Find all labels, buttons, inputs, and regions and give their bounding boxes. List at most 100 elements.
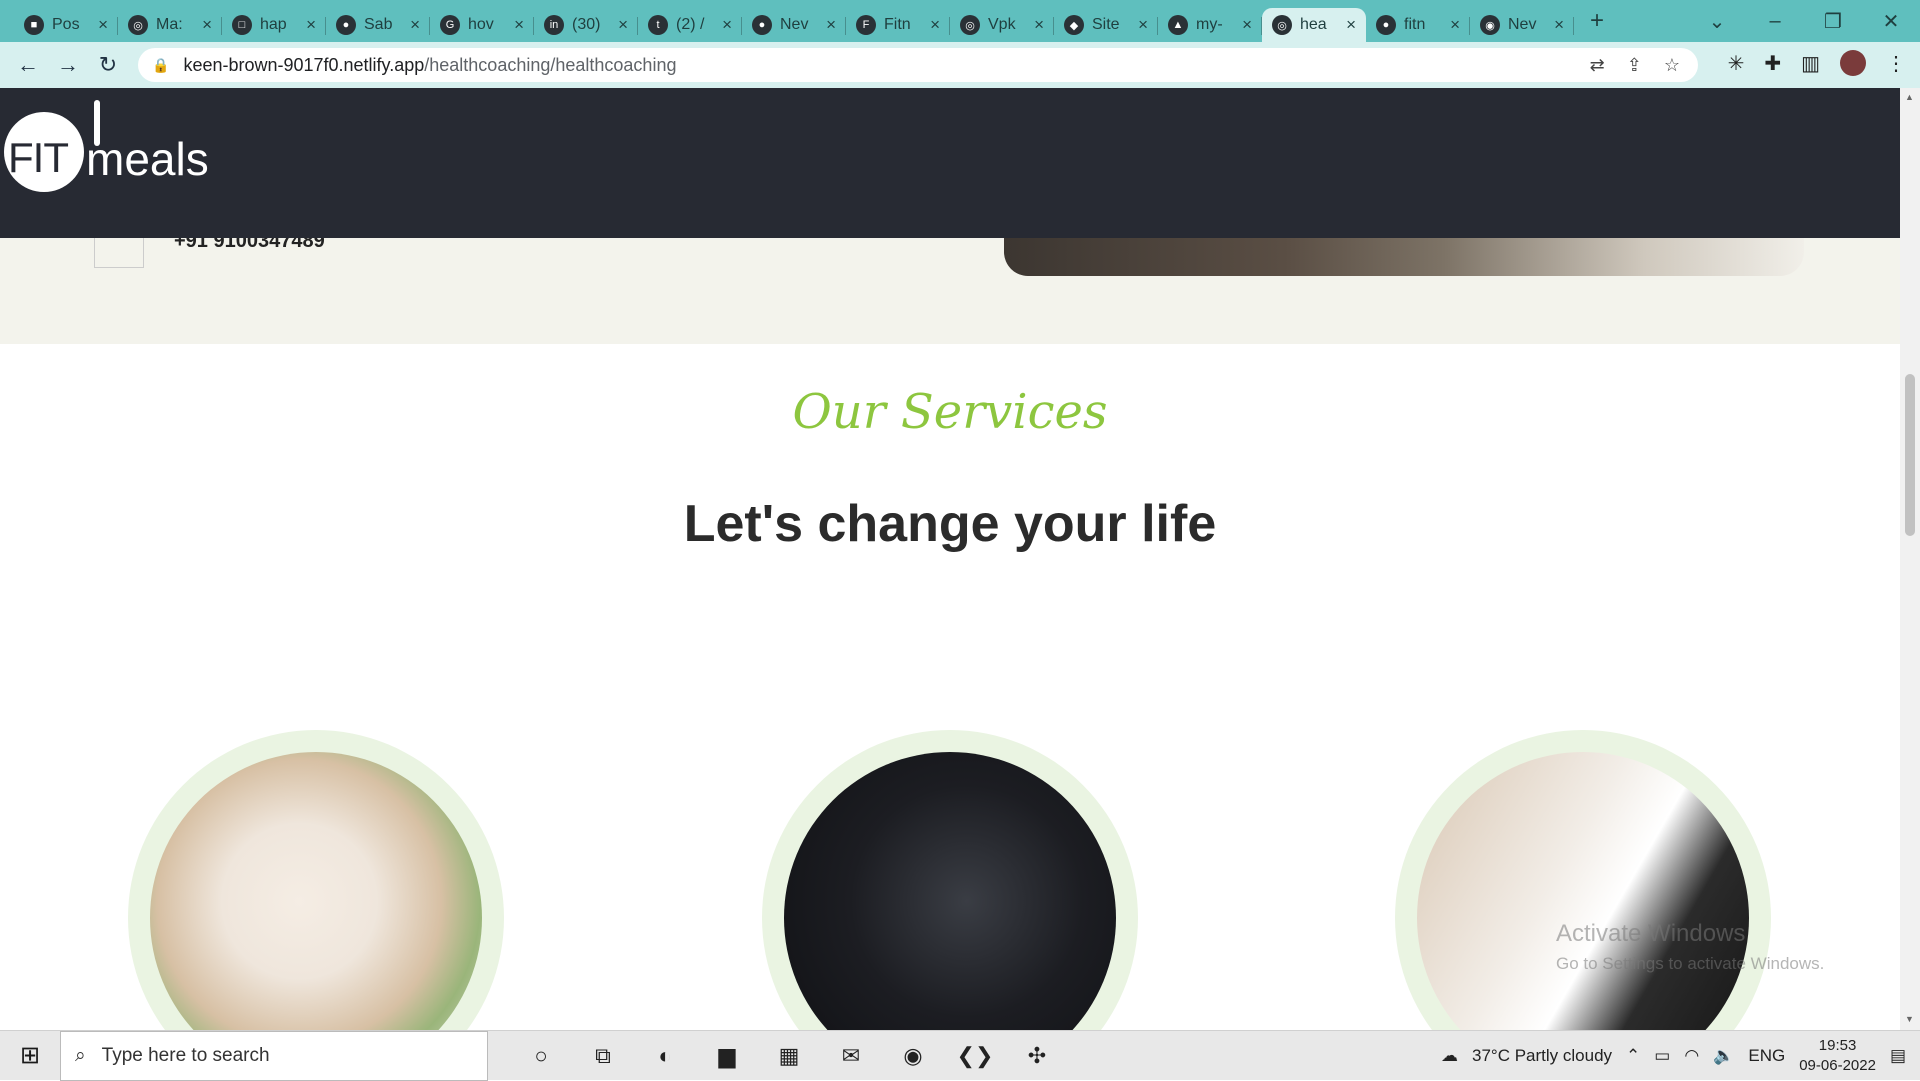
extension-icon[interactable]: ✳ (1728, 51, 1745, 76)
back-icon[interactable]: ← (8, 52, 48, 78)
tab-12[interactable]: ▲ my- × (1158, 8, 1262, 42)
weather-text[interactable]: 37°C Partly cloudy (1472, 1046, 1612, 1066)
system-tray: ☁ 37°C Partly cloudy ⌃ ▭ ◠ 🔈 ENG 19:53 0… (1441, 1031, 1920, 1081)
battery-icon[interactable]: ▭ (1654, 1046, 1670, 1066)
share-icon[interactable]: ⇪ (1627, 55, 1642, 76)
scrollbar-thumb[interactable] (1905, 374, 1915, 536)
clock-time: 19:53 (1818, 1037, 1857, 1054)
close-icon[interactable]: × (1450, 15, 1460, 35)
volume-icon[interactable]: 🔈 (1713, 1046, 1734, 1066)
twitter-icon: t (648, 15, 668, 35)
service-card-fitness[interactable] (762, 730, 1138, 1030)
tab-10[interactable]: ◎ Vpk × (950, 8, 1054, 42)
restore-icon[interactable]: ❐ (1804, 9, 1862, 34)
scroll-down-icon[interactable]: ▼ (1905, 1014, 1914, 1024)
tab-8[interactable]: ● Nev × (742, 8, 846, 42)
notification-icon[interactable]: ▤ (1890, 1046, 1906, 1066)
bookmark-star-icon[interactable]: ☆ (1664, 55, 1680, 76)
page-viewport: +91 9100347489 FIT meals Our Services Le… (0, 88, 1900, 1030)
close-icon[interactable]: × (1034, 15, 1044, 35)
scroll-up-icon[interactable]: ▲ (1905, 92, 1914, 102)
chevron-up-icon[interactable]: ⌃ (1626, 1046, 1640, 1066)
globe-icon: ◎ (1272, 15, 1292, 35)
tab-3[interactable]: □ hap × (222, 8, 326, 42)
close-icon[interactable]: × (202, 15, 212, 35)
puzzle-icon[interactable]: ✚ (1764, 51, 1781, 76)
page-scrollbar[interactable]: ▲ ▼ (1900, 88, 1920, 1030)
close-icon[interactable]: × (306, 15, 316, 35)
taskbar-search[interactable]: ⌕ Type here to search (60, 1030, 488, 1081)
profile-avatar[interactable] (1840, 50, 1866, 76)
github-icon: ● (1376, 15, 1396, 35)
tab-11[interactable]: ◆ Site × (1054, 8, 1158, 42)
section-subtitle: Our Services (792, 384, 1108, 440)
close-icon[interactable]: × (514, 15, 524, 35)
close-icon[interactable]: × (618, 15, 628, 35)
tab-14[interactable]: ● fitn × (1366, 8, 1470, 42)
store-icon[interactable]: ▦ (758, 1043, 820, 1069)
url-path: /healthcoaching/healthcoaching (424, 54, 677, 75)
close-icon[interactable]: × (1138, 15, 1148, 35)
tab-1[interactable]: ■ Pos × (14, 8, 118, 42)
close-icon[interactable]: × (930, 15, 940, 35)
watermark-subtitle: Go to Settings to activate Windows. (1556, 954, 1825, 973)
edge-icon[interactable]: ◐ (634, 1043, 696, 1069)
clock-date: 09-06-2022 (1799, 1057, 1876, 1074)
windows-start-icon[interactable]: ⊞ (0, 1041, 60, 1070)
tab-5[interactable]: Ghov × (430, 8, 534, 42)
slack-icon[interactable]: ✣ (1006, 1043, 1068, 1069)
file-explorer-icon[interactable]: ▆ (696, 1043, 758, 1069)
tab-search-icon[interactable]: ⌄ (1688, 9, 1746, 34)
vscode-icon[interactable]: ❮❯ (944, 1043, 1006, 1069)
task-view-icon[interactable]: ⧉ (572, 1043, 634, 1069)
sidepanel-icon[interactable]: ▥ (1801, 51, 1820, 76)
translate-icon[interactable]: ⇄ (1590, 55, 1605, 76)
minimize-icon[interactable]: – (1746, 10, 1804, 33)
new-tab-icon[interactable]: + (1590, 7, 1604, 35)
food-bowls-photo (150, 752, 482, 1030)
tab-2[interactable]: ◎ Ma: × (118, 8, 222, 42)
doctor-consultation-photo (1417, 752, 1749, 1030)
reload-icon[interactable]: ↻ (88, 52, 128, 78)
mail-icon[interactable]: ✉ (820, 1043, 882, 1069)
windows-taskbar: ⊞ ⌕ Type here to search ○ ⧉ ◐ ▆ ▦ ✉ ◉ ❮❯… (0, 1030, 1920, 1081)
activate-windows-watermark: Activate Windows Go to Settings to activ… (1556, 920, 1824, 974)
tab-13-active[interactable]: ◎ hea × (1262, 8, 1366, 42)
service-card-coaching[interactable] (1395, 730, 1771, 1030)
menu-icon[interactable]: ⋮ (1886, 51, 1906, 76)
fitmeals-logo[interactable]: FIT meals (4, 100, 214, 200)
forward-icon[interactable]: → (48, 52, 88, 78)
close-icon[interactable]: × (1346, 15, 1356, 35)
cortana-icon[interactable]: ○ (510, 1043, 572, 1069)
service-card-nutrition[interactable] (128, 730, 504, 1030)
tab-6[interactable]: in (30) × (534, 8, 638, 42)
clock[interactable]: 19:53 09-06-2022 (1799, 1036, 1876, 1076)
close-icon[interactable]: × (98, 15, 108, 35)
google-icon: G (440, 15, 460, 35)
search-placeholder: Type here to search (101, 1044, 270, 1066)
fit-icon: F (856, 15, 876, 35)
close-window-icon[interactable]: ✕ (1862, 9, 1920, 34)
netlify-icon: ◆ (1064, 15, 1084, 35)
close-icon[interactable]: × (410, 15, 420, 35)
globe-icon: ◎ (128, 15, 148, 35)
wifi-icon[interactable]: ◠ (1684, 1046, 1699, 1066)
tab-4[interactable]: ● Sab × (326, 8, 430, 42)
watermark-title: Activate Windows (1556, 920, 1746, 947)
language-indicator[interactable]: ENG (1748, 1046, 1785, 1066)
section-headline: Let's change your life (683, 495, 1217, 553)
logo-meals-text: meals (86, 133, 209, 185)
lock-icon: 🔒 (152, 56, 170, 73)
tab-9[interactable]: F Fitn × (846, 8, 950, 42)
tab-15[interactable]: ◉ Nev × (1470, 8, 1574, 42)
url-field[interactable]: 🔒 keen-brown-9017f0.netlify.app/healthco… (138, 48, 1698, 82)
weather-icon[interactable]: ☁ (1441, 1046, 1458, 1066)
chrome-icon[interactable]: ◉ (882, 1043, 944, 1069)
github-icon: ● (752, 15, 772, 35)
tab-7[interactable]: t (2) / × (638, 8, 742, 42)
close-icon[interactable]: × (826, 15, 836, 35)
chrome-icon: ◉ (1480, 15, 1500, 35)
close-icon[interactable]: × (722, 15, 732, 35)
close-icon[interactable]: × (1242, 15, 1252, 35)
close-icon[interactable]: × (1554, 15, 1564, 35)
